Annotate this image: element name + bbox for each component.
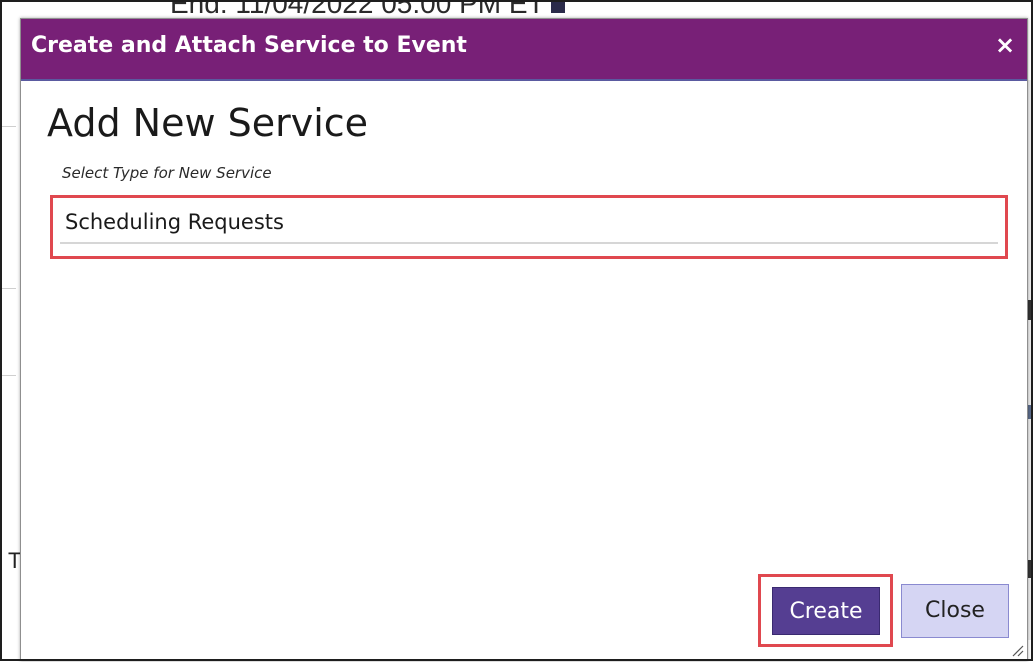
close-button[interactable]: Close <box>901 584 1009 638</box>
service-type-value: Scheduling Requests <box>65 210 284 234</box>
dialog-title: Create and Attach Service to Event <box>31 33 467 58</box>
dialog-titlebar[interactable]: Create and Attach Service to Event × <box>21 19 1027 81</box>
background-divider <box>2 375 16 376</box>
background-end-time-text: End: 11/04/2022 05:00 PM ET <box>170 0 545 19</box>
page-title: Add New Service <box>47 101 369 145</box>
service-type-select[interactable]: Scheduling Requests <box>60 202 998 244</box>
background-tick <box>1028 560 1031 578</box>
create-button-highlight: Create <box>758 574 893 647</box>
background-end-time: End: 11/04/2022 05:00 PM ET <box>170 0 565 20</box>
service-type-caption: Select Type for New Service <box>62 164 272 182</box>
background-marker <box>550 0 565 13</box>
background-divider <box>2 126 16 127</box>
background-tick <box>1028 300 1031 320</box>
service-type-highlight: Scheduling Requests <box>50 195 1008 259</box>
create-service-dialog: Create and Attach Service to Event × Add… <box>20 18 1028 661</box>
create-button[interactable]: Create <box>772 587 880 635</box>
close-icon[interactable]: × <box>991 31 1019 59</box>
background-tick <box>1028 405 1031 419</box>
resize-grip-icon[interactable] <box>1010 643 1024 657</box>
background-divider <box>2 288 16 289</box>
